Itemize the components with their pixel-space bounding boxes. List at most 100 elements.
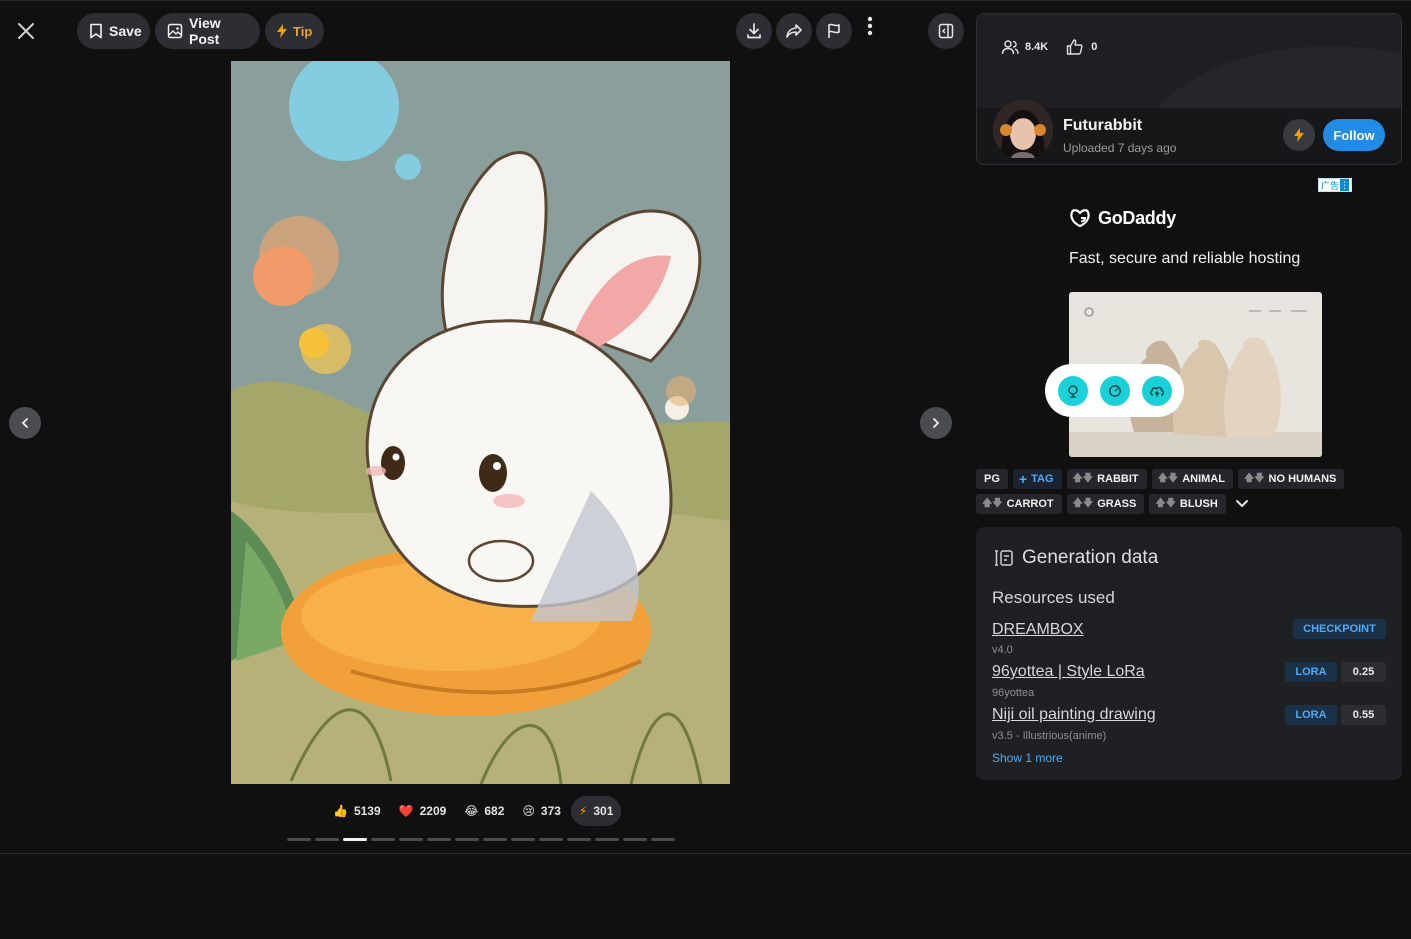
bookmark-icon (89, 23, 103, 39)
flag-icon (825, 22, 843, 40)
tip-creator-button[interactable] (1283, 119, 1315, 151)
rating-badge: PG (976, 469, 1008, 489)
reaction-count: 5139 (353, 804, 381, 818)
toggle-sidebar-button[interactable] (928, 13, 964, 49)
pager-dot[interactable] (511, 838, 535, 841)
pager-dot[interactable] (567, 838, 591, 841)
resource-weight-badge: 0.25 (1341, 662, 1386, 682)
add-tag-button[interactable]: + TAG (1012, 469, 1062, 489)
pager-dot[interactable] (595, 838, 619, 841)
download-icon (745, 22, 763, 40)
ad-choices[interactable]: 广告 ⋮ (1318, 178, 1353, 192)
vote-arrows-icon: 🡅🡇 (1157, 472, 1179, 484)
pager-dot[interactable] (651, 838, 675, 841)
speed-icon (1099, 375, 1130, 406)
tag-chip[interactable]: 🡅🡇 NO HUMANS (1237, 469, 1345, 489)
reaction-buzz[interactable]: ⚡ 301 (570, 796, 622, 826)
generation-data-panel: Generation data Resources used DREAMBOX … (976, 527, 1402, 780)
more-options-icon[interactable] (862, 16, 878, 38)
reaction-heart[interactable]: ❤️ 2209 (391, 796, 455, 826)
main-image (231, 61, 730, 784)
previous-image-button[interactable] (9, 407, 41, 439)
ad-feature-pill (1045, 364, 1184, 417)
thumbs-up-icon: 👍 (333, 804, 348, 818)
godaddy-logo-icon (1068, 206, 1092, 230)
pager-dot-active[interactable] (343, 838, 367, 841)
follow-button[interactable]: Follow (1323, 119, 1385, 151)
resources-heading: Resources used (992, 588, 1115, 607)
add-tag-label: TAG (1031, 473, 1054, 485)
ad-marker: 广告 (1321, 180, 1340, 191)
globe-icon (1057, 375, 1088, 406)
reaction-laugh[interactable]: 😂 682 (456, 796, 512, 826)
viewers-count: 8.4K (1025, 41, 1049, 53)
view-post-button[interactable]: View Post (155, 13, 260, 49)
likes-stat[interactable]: 0 (1062, 30, 1101, 64)
thumbs-up-icon (1066, 39, 1083, 55)
vote-arrows-icon: 🡅🡇 (1072, 497, 1094, 509)
tags-row-2: 🡅🡇 CARROT 🡅🡇 GRASS 🡅🡇 BLUSH (976, 494, 1249, 514)
tip-button[interactable]: Tip (265, 13, 324, 49)
likes-count: 0 (1091, 41, 1098, 53)
resource-link[interactable]: 96yottea | Style LoRa (992, 663, 1145, 681)
resource-link[interactable]: Niji oil painting drawing (992, 706, 1156, 724)
vote-arrows-icon: 🡅🡇 (982, 497, 1003, 509)
resource-weight-badge: 0.55 (1341, 705, 1386, 725)
close-icon[interactable] (15, 20, 37, 42)
tag-label: CARROT (1006, 498, 1054, 510)
godaddy-logo[interactable]: GoDaddy (1068, 206, 1176, 230)
next-image-button[interactable] (920, 407, 952, 439)
share-button[interactable] (776, 13, 812, 49)
show-more-link[interactable]: Show 1 more (992, 751, 1063, 765)
pager-dot[interactable] (371, 838, 395, 841)
reactions-bar: 👍 5139 ❤️ 2209 😂 682 😢 373 ⚡ 301 (325, 796, 622, 826)
pager-dot[interactable] (315, 838, 339, 841)
avatar[interactable] (993, 100, 1053, 160)
chevron-left-icon (19, 417, 31, 429)
plus-icon: + (1018, 471, 1028, 487)
resource-version: 96yottea (992, 687, 1035, 699)
vote-arrows-icon: 🡅🡇 (1155, 497, 1176, 509)
share-icon (785, 22, 803, 40)
lightning-icon: ⚡ (578, 804, 588, 818)
creator-card: 8.4K 0 Futurabbit Uploaded 7 days ago Fo… (976, 13, 1402, 165)
laugh-icon: 😂 (464, 804, 479, 818)
upload-time: Uploaded 7 days ago (1063, 141, 1177, 155)
tag-chip[interactable]: 🡅🡇 GRASS (1066, 494, 1145, 514)
view-post-label: View Post (189, 15, 221, 47)
download-button[interactable] (736, 13, 772, 49)
creator-name[interactable]: Futurabbit (1063, 117, 1142, 135)
pager-dot[interactable] (483, 838, 507, 841)
tags-row-1: PG + TAG 🡅🡇 RABBIT 🡅🡇 ANIMAL 🡅🡇 NO HUMAN… (976, 469, 1345, 489)
top-border (0, 0, 1411, 1)
resource-link[interactable]: DREAMBOX (992, 621, 1084, 639)
ad-info-icon: ⋮ (1340, 179, 1350, 191)
pager-dot[interactable] (455, 838, 479, 841)
report-button[interactable] (816, 13, 852, 49)
pager-dot[interactable] (623, 838, 647, 841)
save-button[interactable]: Save (77, 13, 150, 49)
ad-tagline[interactable]: Fast, secure and reliable hosting (1069, 250, 1300, 268)
reaction-cry[interactable]: 😢 373 (514, 796, 569, 826)
tag-chip[interactable]: 🡅🡇 BLUSH (1149, 494, 1226, 514)
pager-dot[interactable] (539, 838, 563, 841)
sidebar-icon (938, 23, 954, 39)
tag-chip[interactable]: 🡅🡇 RABBIT (1066, 469, 1147, 489)
cloud-upload-icon (1141, 375, 1172, 406)
resource-type-badge: LORA (1285, 705, 1337, 725)
generation-icon (992, 547, 1014, 569)
resource-version: v4.0 (992, 644, 1013, 656)
lightning-icon (1294, 128, 1304, 142)
tag-label: GRASS (1097, 498, 1137, 510)
pager-dot[interactable] (399, 838, 423, 841)
tag-chip[interactable]: 🡅🡇 ANIMAL (1151, 469, 1233, 489)
tag-label: NO HUMANS (1268, 473, 1337, 485)
reaction-count: 682 (484, 804, 505, 818)
tag-chip[interactable]: 🡅🡇 CARROT (976, 494, 1062, 514)
pager-dot[interactable] (427, 838, 451, 841)
reaction-like[interactable]: 👍 5139 (325, 796, 389, 826)
resource-type-badge: CHECKPOINT (1293, 619, 1386, 639)
save-label: Save (109, 23, 142, 39)
pager-dot[interactable] (287, 838, 311, 841)
chevron-down-icon[interactable] (1235, 499, 1249, 509)
